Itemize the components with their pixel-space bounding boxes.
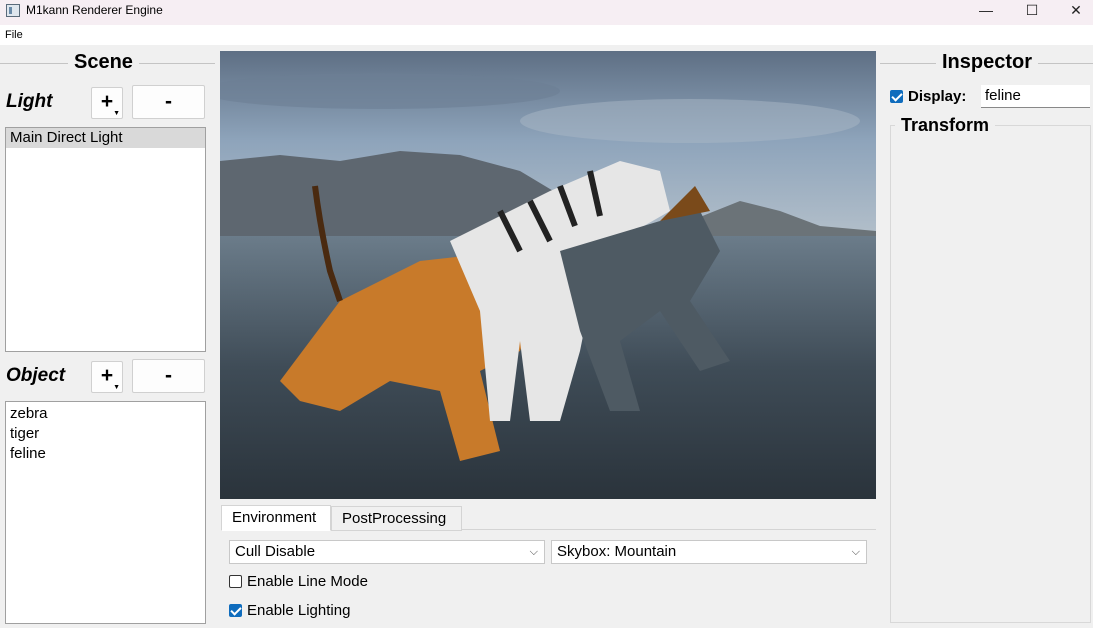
minimize-button[interactable]: — (963, 0, 1009, 25)
maximize-button[interactable]: ☐ (1009, 0, 1055, 25)
checkbox-checked-icon (229, 604, 242, 617)
add-light-button[interactable]: + ▼ (91, 87, 123, 119)
line-mode-label: Enable Line Mode (247, 573, 368, 590)
close-button[interactable]: ✕ (1053, 0, 1093, 25)
render-viewport[interactable] (220, 51, 876, 499)
app-icon (6, 4, 20, 17)
checkbox-checked-icon (890, 90, 903, 103)
line-mode-checkbox[interactable]: Enable Line Mode (229, 573, 368, 590)
remove-object-button[interactable]: - (132, 359, 205, 393)
light-label: Light (6, 91, 53, 112)
add-object-label: + (100, 364, 114, 387)
tab-postprocessing[interactable]: PostProcessing (331, 506, 462, 531)
cull-mode-select[interactable]: Cull Disable ⌵ (229, 540, 545, 564)
display-checkbox[interactable]: Display: (890, 88, 966, 105)
object-list-item[interactable]: feline (6, 444, 205, 464)
object-label: Object (6, 365, 66, 386)
add-light-label: + (100, 90, 114, 113)
scene-render-image (220, 51, 876, 499)
inspector-heading: Inspector (936, 51, 1039, 74)
object-list-item[interactable]: tiger (6, 424, 205, 444)
light-list-item[interactable]: Main Direct Light (6, 128, 205, 148)
object-name-field[interactable]: feline (981, 85, 1090, 108)
menu-file[interactable]: File (5, 29, 23, 41)
title-bar: M1kann Renderer Engine — ☐ ✕ (0, 0, 1093, 25)
checkbox-unchecked-icon (229, 575, 242, 588)
menu-bar: File (0, 25, 1093, 45)
object-list-item[interactable]: zebra (6, 404, 205, 424)
transform-group (890, 125, 1091, 623)
window-title: M1kann Renderer Engine (26, 3, 163, 17)
object-list[interactable]: zebra tiger feline (5, 401, 206, 624)
remove-light-button[interactable]: - (132, 85, 205, 119)
dropdown-caret-icon: ▼ (113, 384, 120, 391)
scene-heading: Scene (68, 51, 139, 74)
lighting-label: Enable Lighting (247, 602, 351, 619)
light-list[interactable]: Main Direct Light (5, 127, 206, 352)
chevron-down-icon: ⌵ (529, 546, 538, 558)
skybox-value: Skybox: Mountain (557, 543, 677, 560)
skybox-select[interactable]: Skybox: Mountain ⌵ (551, 540, 867, 564)
lighting-checkbox[interactable]: Enable Lighting (229, 602, 350, 619)
chevron-down-icon: ⌵ (851, 546, 860, 558)
add-object-button[interactable]: + ▼ (91, 361, 123, 393)
tab-environment[interactable]: Environment (221, 505, 331, 531)
transform-heading: Transform (895, 115, 996, 136)
dropdown-caret-icon: ▼ (113, 110, 120, 117)
display-label: Display: (908, 88, 967, 105)
cull-mode-value: Cull Disable (235, 543, 316, 560)
